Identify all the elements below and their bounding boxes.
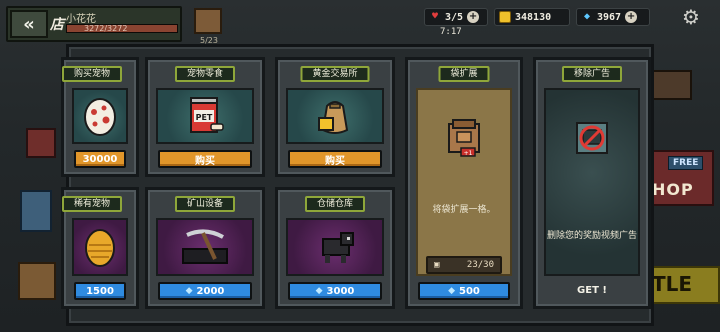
card-rare-pets[interactable]: 稀有宠物 1500 <box>61 187 139 309</box>
hearts-value: 3/5 <box>445 11 464 23</box>
golden-egg-icon <box>85 229 115 267</box>
price-button[interactable]: ◆ 2000 <box>158 282 252 300</box>
card-title: 购买宠物 <box>61 66 123 82</box>
coin-icon <box>499 11 511 23</box>
player-name: 小花花 <box>66 14 96 25</box>
gold-sack-icon <box>318 101 349 134</box>
gem-icon: ◆ <box>583 11 591 22</box>
backpack-icon: +1 <box>448 119 480 157</box>
card-bag-expand[interactable]: 袋扩展 +1 将袋扩展一格。 ▣ 23/30 ◆ 500 <box>405 57 523 309</box>
buy-button[interactable]: 购买 <box>288 150 382 168</box>
gem-icon: ◆ <box>185 286 193 296</box>
svg-text:PET: PET <box>196 113 213 122</box>
get-button[interactable]: GET ! <box>536 285 648 296</box>
pickaxe-icon <box>182 229 228 264</box>
price-button[interactable]: ◆ 3000 <box>288 282 382 300</box>
gear-icon[interactable]: ⚙ <box>680 6 702 28</box>
chest-icon[interactable] <box>194 8 222 34</box>
gem-icon: ◆ <box>315 286 323 296</box>
timer: 7:17 <box>440 27 462 37</box>
background-crate <box>18 262 56 300</box>
card-art <box>72 218 128 276</box>
price-button[interactable]: 30000 <box>74 150 126 168</box>
card-art <box>286 88 384 144</box>
card-art <box>416 88 512 276</box>
bag-icon: ▣ <box>434 260 440 270</box>
card-title: 矿山设备 <box>174 196 236 212</box>
card-pet-food[interactable]: 宠物零食 PET 购买 <box>145 57 265 177</box>
card-art <box>72 88 128 144</box>
buy-label: 购买 <box>195 155 215 167</box>
hearts-counter: ♥ 3/5 + <box>424 8 488 26</box>
free-badge: FREE <box>668 156 704 170</box>
double-chevron-left-icon: « <box>23 13 35 35</box>
card-art <box>286 218 384 276</box>
bag-slot-counter: ▣ 23/30 <box>426 256 502 274</box>
card-art <box>156 218 254 276</box>
page-title: 店 <box>50 17 64 33</box>
gem-icon: ◆ <box>448 286 456 296</box>
card-pets[interactable]: 购买宠物 30000 <box>61 57 139 177</box>
price-value: 500 <box>459 285 480 297</box>
spotted-egg-icon <box>84 98 116 136</box>
background-cart <box>652 70 692 100</box>
hp-text: 3272/3272 <box>84 24 128 33</box>
card-gold-exchange[interactable]: 黄金交易所 购买 <box>275 57 395 177</box>
price-value: 1500 <box>86 285 114 297</box>
card-title: 移除广告 <box>561 66 623 82</box>
add-gems-button[interactable]: + <box>625 11 638 23</box>
bag-slot-value: 23/30 <box>466 260 494 270</box>
shop-panel: 购买宠物 30000 宠物零食 PET 购买 黄金交易所 购买 袋扩展 +1 将… <box>61 44 654 326</box>
card-remove-ads[interactable]: 移除广告 删除您的奖励视频广告 GET ! <box>533 57 651 309</box>
battle-button-label: TLE <box>652 272 693 296</box>
svg-text:+1: +1 <box>464 150 473 157</box>
black-creature-icon <box>322 232 354 263</box>
background-sign <box>26 128 56 158</box>
price-value: 2000 <box>196 285 225 297</box>
coins-counter: 348130 <box>494 8 570 26</box>
gems-value: 3967 <box>597 11 622 23</box>
card-title: 袋扩展 <box>438 66 490 82</box>
card-title: 黄金交易所 <box>300 66 370 82</box>
buy-button[interactable]: 购买 <box>158 150 252 168</box>
card-title: 仓储仓库 <box>304 196 366 212</box>
price-button[interactable]: ◆ 500 <box>418 282 510 300</box>
add-hearts-button[interactable]: + <box>467 11 480 23</box>
card-art <box>544 88 640 276</box>
shop-sign-text: HOP <box>652 180 694 199</box>
price-value: 3000 <box>326 285 355 297</box>
gems-counter: ◆ 3967 + <box>576 8 650 26</box>
card-description: 删除您的奖励视频广告 <box>546 231 637 241</box>
price-button[interactable]: 1500 <box>74 282 126 300</box>
card-title: 宠物零食 <box>174 66 236 82</box>
no-ads-icon <box>576 122 608 154</box>
price-value: 30000 <box>82 153 118 165</box>
card-art: PET <box>156 88 254 144</box>
back-button[interactable]: « <box>10 10 48 38</box>
card-description: 将袋扩展一格。 <box>432 205 496 215</box>
card-mining-equipment[interactable]: 矿山设备 ◆ 2000 <box>145 187 265 309</box>
coins-value: 348130 <box>515 11 552 23</box>
heart-icon: ♥ <box>431 11 439 22</box>
pet-food-can-icon: PET <box>190 97 224 133</box>
card-title: 稀有宠物 <box>61 196 123 212</box>
card-storage[interactable]: 仓储仓库 ◆ 3000 <box>275 187 395 309</box>
background-banner <box>20 190 52 232</box>
buy-label: 购买 <box>325 155 345 167</box>
